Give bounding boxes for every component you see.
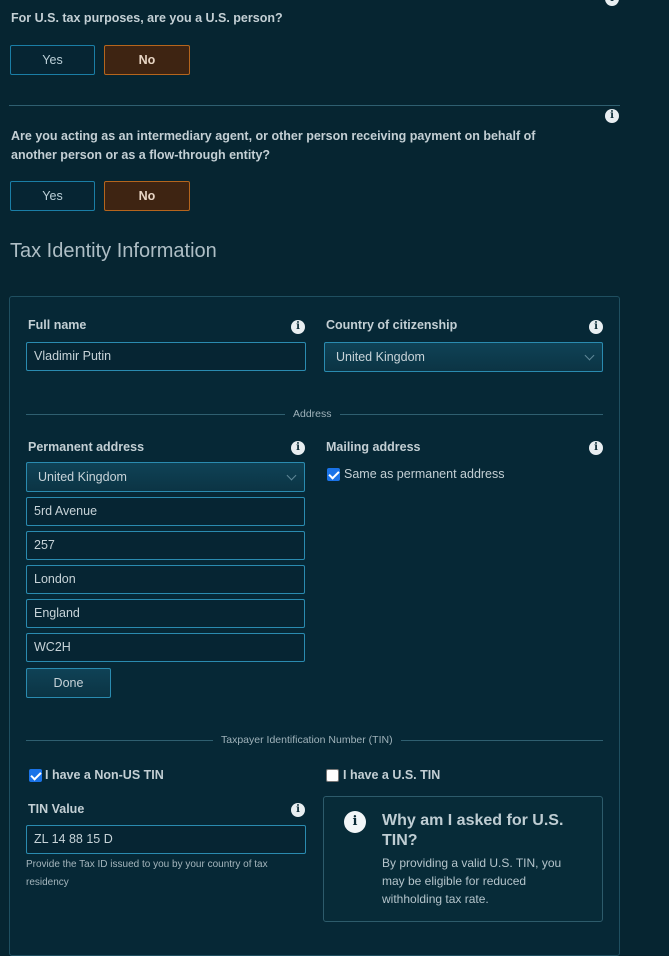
question-divider: [9, 105, 620, 106]
tin-hint-text: Provide the Tax ID issued to you by your…: [26, 859, 268, 888]
citizenship-label: Country of citizenship: [326, 318, 458, 332]
tin-value-label: TIN Value: [28, 802, 85, 816]
chevron-down-icon: [584, 350, 595, 361]
info-icon[interactable]: i: [605, 0, 619, 6]
citizenship-value: United Kingdom: [336, 350, 425, 364]
us-tin-label[interactable]: I have a U.S. TIN: [343, 768, 440, 782]
city-input[interactable]: London: [26, 565, 305, 594]
citizenship-select[interactable]: United Kingdom: [324, 342, 603, 372]
same-address-checkbox[interactable]: [327, 468, 340, 481]
info-icon[interactable]: i: [605, 109, 619, 123]
same-address-label[interactable]: Same as permanent address: [344, 467, 505, 481]
question-intermediary: Are you acting as an intermediary agent,…: [11, 129, 536, 162]
chevron-down-icon: [286, 470, 297, 481]
info-icon[interactable]: i: [589, 320, 603, 334]
tin-info-title: Why am I asked for U.S. TIN?: [382, 812, 564, 849]
tin-divider-label: Taxpayer Identification Number (TIN): [213, 734, 401, 746]
full-name-input[interactable]: Vladimir Putin: [26, 342, 306, 371]
tin-info-body: By providing a valid U.S. TIN, you may b…: [382, 856, 562, 906]
address-line1-input[interactable]: 5rd Avenue: [26, 497, 305, 526]
info-icon[interactable]: i: [291, 320, 305, 334]
tin-value-input[interactable]: ZL 14 88 15 D: [26, 825, 306, 854]
full-name-label: Full name: [28, 318, 87, 332]
section-title: Tax Identity Information: [10, 240, 217, 262]
postcode-input[interactable]: WC2H: [26, 633, 305, 662]
info-icon[interactable]: i: [291, 441, 305, 455]
info-icon[interactable]: i: [589, 441, 603, 455]
region-input[interactable]: England: [26, 599, 305, 628]
permanent-address-label: Permanent address: [28, 440, 145, 454]
us-tin-checkbox[interactable]: [326, 769, 339, 782]
question-us-person: For U.S. tax purposes, are you a U.S. pe…: [11, 11, 283, 25]
mailing-address-label: Mailing address: [326, 440, 421, 454]
us-person-yes-button[interactable]: Yes: [10, 45, 95, 75]
intermediary-no-button[interactable]: No: [104, 181, 190, 211]
tin-info-box: i Why am I asked for U.S. TIN? By provid…: [323, 796, 603, 922]
done-button[interactable]: Done: [26, 668, 111, 698]
address-line2-input[interactable]: 257: [26, 531, 305, 560]
permanent-country-value: United Kingdom: [38, 470, 127, 484]
info-icon[interactable]: i: [291, 803, 305, 817]
info-icon: i: [344, 811, 366, 833]
non-us-tin-label[interactable]: I have a Non-US TIN: [45, 768, 164, 782]
us-person-no-button[interactable]: No: [104, 45, 190, 75]
intermediary-yes-button[interactable]: Yes: [10, 181, 95, 211]
address-divider-label: Address: [285, 408, 340, 420]
non-us-tin-checkbox[interactable]: [29, 769, 42, 782]
permanent-country-select[interactable]: United Kingdom: [26, 462, 305, 492]
